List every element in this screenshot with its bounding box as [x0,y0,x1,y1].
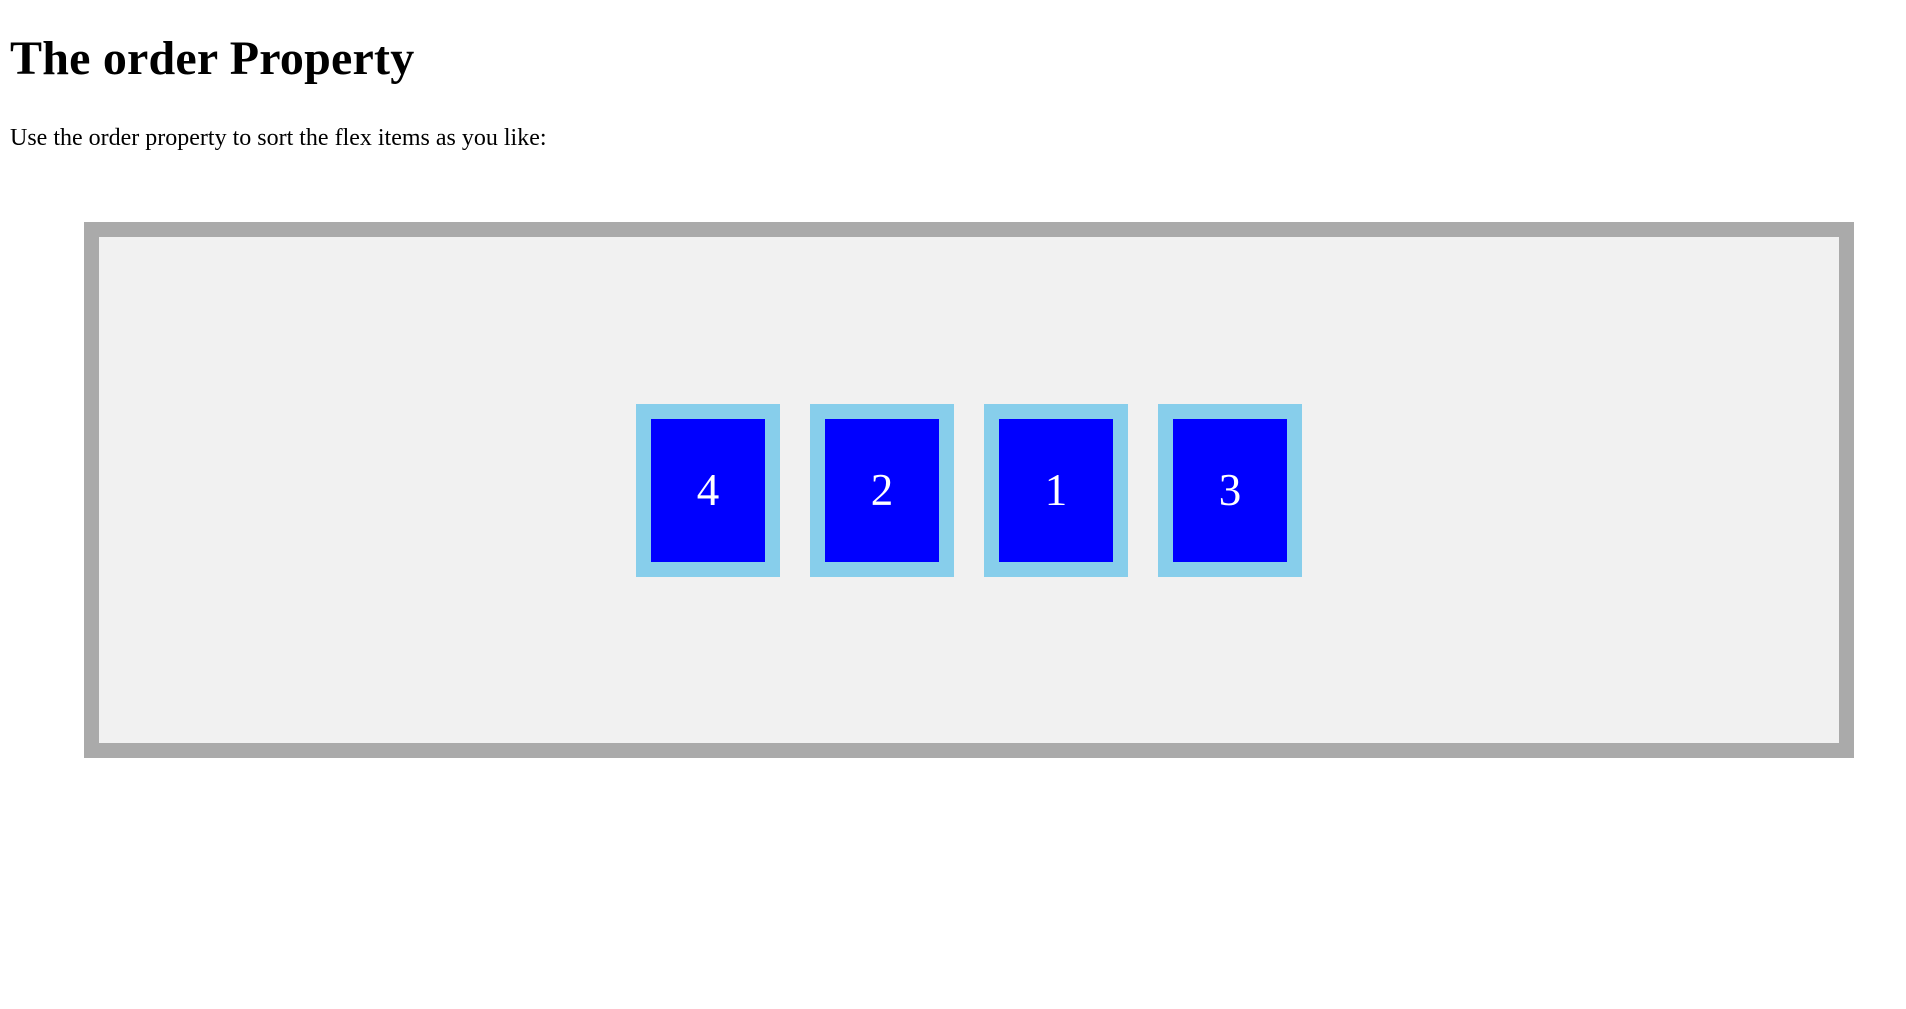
flex-container: 4 2 1 3 [84,222,1854,758]
page: The order Property Use the order propert… [0,0,1906,1009]
flex-item-label: 4 [696,464,720,515]
flex-item-label: 3 [1218,464,1242,515]
page-title: The order Property [10,32,415,85]
flex-item: 3 [1158,403,1302,577]
flex-item: 4 [636,403,780,577]
flex-item: 2 [810,403,954,577]
intro-text: Use the order property to sort the flex … [10,125,547,151]
flex-item-label: 1 [1044,464,1068,515]
flex-item: 1 [984,403,1128,577]
flex-item-label: 2 [870,464,894,515]
